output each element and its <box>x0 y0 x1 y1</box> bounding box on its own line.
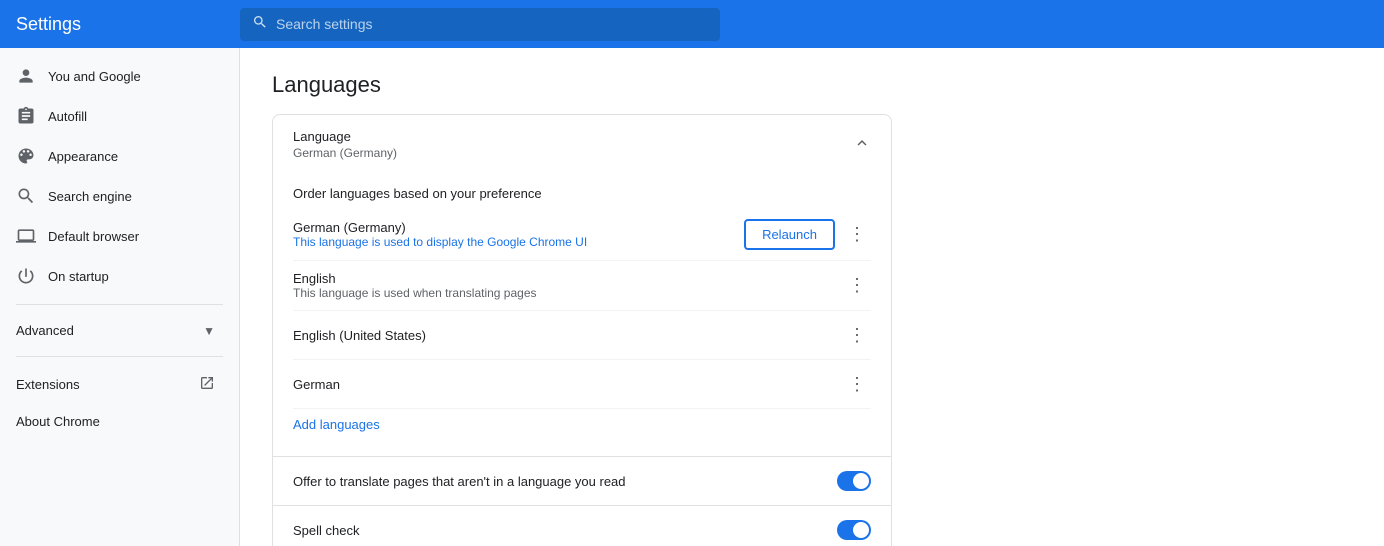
lang-actions-german-germany: Relaunch ⋮ <box>744 219 871 250</box>
relaunch-button[interactable]: Relaunch <box>744 219 835 250</box>
lang-info-german: German <box>293 377 340 392</box>
about-chrome-label: About Chrome <box>16 414 100 429</box>
search-input[interactable] <box>276 16 708 32</box>
language-menu-german-germany[interactable]: ⋮ <box>843 221 871 249</box>
sidebar-label-default-browser: Default browser <box>48 229 139 244</box>
extensions-label: Extensions <box>16 377 80 392</box>
spell-check-toggle[interactable] <box>837 520 871 540</box>
sidebar-label-you-and-google: You and Google <box>48 69 141 84</box>
order-label: Order languages based on your preference <box>293 174 871 209</box>
sidebar-label-autofill: Autofill <box>48 109 87 124</box>
sidebar-label-appearance: Appearance <box>48 149 118 164</box>
sidebar-divider-2 <box>16 356 223 357</box>
sidebar-item-appearance[interactable]: Appearance <box>0 136 231 176</box>
advanced-label: Advanced <box>16 323 195 338</box>
lang-actions-english-us: ⋮ <box>843 321 871 349</box>
sidebar-item-autofill[interactable]: Autofill <box>0 96 231 136</box>
content-area: You and Google Autofill Appearance Searc… <box>0 48 1384 546</box>
languages-card: Language German (Germany) Order language… <box>272 114 892 546</box>
sidebar-label-on-startup: On startup <box>48 269 109 284</box>
sidebar-divider-1 <box>16 304 223 305</box>
language-section-title: Language <box>293 129 397 144</box>
chevron-up-icon <box>853 134 871 155</box>
translate-toggle-label: Offer to translate pages that aren't in … <box>293 474 626 489</box>
lang-actions-english: ⋮ <box>843 272 871 300</box>
lang-info-english-us: English (United States) <box>293 328 426 343</box>
language-menu-german[interactable]: ⋮ <box>843 370 871 398</box>
add-languages-link[interactable]: Add languages <box>293 409 380 440</box>
language-menu-english[interactable]: ⋮ <box>843 272 871 300</box>
palette-icon <box>16 146 36 166</box>
language-section-title-group: Language German (Germany) <box>293 129 397 160</box>
lang-info-german-germany: German (Germany) This language is used t… <box>293 220 587 249</box>
sidebar-item-advanced[interactable]: Advanced ▼ <box>0 313 231 348</box>
extensions-left: Extensions <box>16 377 80 392</box>
header: Settings <box>0 0 1384 48</box>
language-section-header[interactable]: Language German (Germany) <box>273 115 891 174</box>
lang-actions-german: ⋮ <box>843 370 871 398</box>
language-section-subtitle: German (Germany) <box>293 146 397 160</box>
sidebar-item-about-chrome[interactable]: About Chrome <box>0 404 231 439</box>
sidebar-item-you-and-google[interactable]: You and Google <box>0 56 231 96</box>
language-row-german-germany: German (Germany) This language is used t… <box>293 209 871 261</box>
search-bar[interactable] <box>240 8 720 41</box>
sidebar-label-search-engine: Search engine <box>48 189 132 204</box>
language-section-body: Order languages based on your preference… <box>273 174 891 456</box>
language-row-german: German ⋮ <box>293 360 871 409</box>
lang-name-english: English <box>293 271 537 286</box>
computer-icon <box>16 226 36 246</box>
external-link-icon <box>199 375 215 394</box>
lang-name-german-germany: German (Germany) <box>293 220 587 235</box>
assignment-icon <box>16 106 36 126</box>
chevron-down-icon: ▼ <box>203 324 215 338</box>
lang-name-german: German <box>293 377 340 392</box>
sidebar-item-extensions[interactable]: Extensions <box>0 365 231 404</box>
language-row-english-us: English (United States) ⋮ <box>293 311 871 360</box>
language-row-english: English This language is used when trans… <box>293 261 871 311</box>
lang-desc-german-germany: This language is used to display the Goo… <box>293 235 587 249</box>
sidebar: You and Google Autofill Appearance Searc… <box>0 48 240 546</box>
search-engine-icon <box>16 186 36 206</box>
power-icon <box>16 266 36 286</box>
person-icon <box>16 66 36 86</box>
translate-toggle-row: Offer to translate pages that aren't in … <box>273 456 891 505</box>
main-content: Languages Language German (Germany) Orde… <box>240 48 1384 546</box>
sidebar-item-default-browser[interactable]: Default browser <box>0 216 231 256</box>
spell-check-toggle-row: Spell check <box>273 505 891 546</box>
sidebar-item-search-engine[interactable]: Search engine <box>0 176 231 216</box>
settings-title: Settings <box>16 14 216 35</box>
spell-check-toggle-label: Spell check <box>293 523 359 538</box>
translate-toggle[interactable] <box>837 471 871 491</box>
lang-info-english: English This language is used when trans… <box>293 271 537 300</box>
sidebar-item-on-startup[interactable]: On startup <box>0 256 231 296</box>
lang-desc-english: This language is used when translating p… <box>293 286 537 300</box>
language-menu-english-us[interactable]: ⋮ <box>843 321 871 349</box>
search-icon <box>252 14 268 35</box>
page-title: Languages <box>272 72 1352 98</box>
lang-name-english-us: English (United States) <box>293 328 426 343</box>
